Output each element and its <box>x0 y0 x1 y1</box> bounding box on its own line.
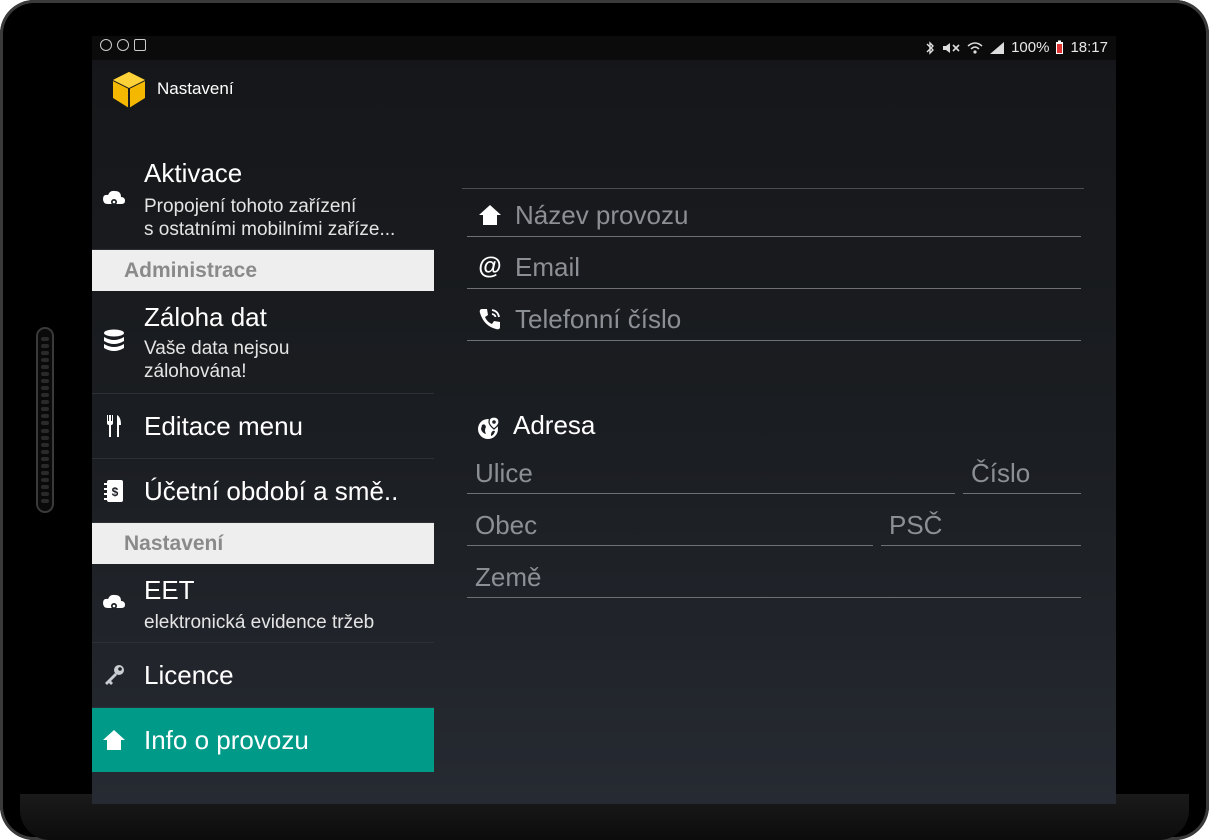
city-placeholder: Obec <box>475 510 538 540</box>
street-field[interactable]: Ulice <box>467 448 955 494</box>
street-placeholder: Ulice <box>475 458 533 488</box>
app-title: Nastavení <box>157 79 234 98</box>
sidebar-item-subtitle: Propojení tohoto zařízení <box>144 196 357 217</box>
country-field[interactable]: Země <box>467 552 1081 598</box>
postal-code-field[interactable]: PSČ <box>881 500 1081 546</box>
phone-field[interactable]: Telefonní číslo <box>467 294 1081 341</box>
globe-pin-icon <box>478 416 500 439</box>
fork-knife-icon <box>102 414 126 438</box>
sidebar-item-subtitle: elektronická evidence tržeb <box>144 612 375 633</box>
phone-placeholder: Telefonní číslo <box>515 304 682 334</box>
sidebar-item-ucetni[interactable]: $ Účetní období a smě.. <box>92 459 434 523</box>
address-section-title: Adresa <box>513 410 596 440</box>
sidebar-item-zaloha[interactable]: Záloha dat Vaše data nejsou zálohována! <box>92 291 434 394</box>
cloud-gear-icon <box>102 590 126 614</box>
speaker-grille <box>36 327 54 513</box>
svg-text:$: $ <box>112 485 119 499</box>
sidebar-item-subtitle: Vaše data nejsou <box>144 338 290 359</box>
sidebar-item-title: Záloha dat <box>144 302 267 332</box>
section-header-administrace: Administrace <box>92 250 434 291</box>
home-icon <box>102 728 126 752</box>
clipboard-icon <box>134 39 146 51</box>
sidebar-item-title: Účetní období a smě.. <box>144 476 399 506</box>
key-icon <box>102 663 126 687</box>
info-form: Název provozu @ Email Telefonní číslo Ad… <box>462 36 1116 804</box>
country-placeholder: Země <box>475 562 542 592</box>
city-field[interactable]: Obec <box>467 500 873 546</box>
sidebar-item-title: Info o provozu <box>144 725 309 755</box>
sidebar-item-title: Licence <box>144 660 234 690</box>
postal-code-placeholder: PSČ <box>889 510 943 540</box>
business-name-placeholder: Název provozu <box>515 200 689 230</box>
email-field[interactable]: @ Email <box>467 242 1081 289</box>
house-number-field[interactable]: Číslo <box>963 448 1081 494</box>
sidebar-item-aktivace[interactable]: Aktivace Propojení tohoto zařízení s ost… <box>92 148 434 250</box>
house-number-placeholder: Číslo <box>971 458 1031 488</box>
database-icon <box>102 329 126 353</box>
sidebar-item-editace[interactable]: Editace menu <box>92 394 434 459</box>
business-name-field[interactable]: Název provozu <box>467 190 1081 237</box>
notification-icon <box>117 39 129 51</box>
sidebar-item-eet[interactable]: EET elektronická evidence tržeb <box>92 564 434 643</box>
sidebar-item-licence[interactable]: Licence <box>92 643 434 708</box>
sidebar-item-subtitle: s ostatními mobilními zaříze... <box>144 219 396 240</box>
ledger-icon: $ <box>102 479 126 503</box>
at-sign-icon: @ <box>478 253 502 280</box>
sidebar-item-title: Aktivace <box>144 158 243 188</box>
sidebar-item-subtitle: zálohována! <box>144 361 247 382</box>
notification-icon <box>100 39 112 51</box>
home-icon <box>477 202 503 228</box>
sidebar-item-title: Editace menu <box>144 411 303 441</box>
sidebar-item-info-o-provozu[interactable]: Info o provozu <box>92 708 434 772</box>
settings-sidebar: Aktivace Propojení tohoto zařízení s ost… <box>92 148 434 772</box>
cloud-gear-icon <box>102 186 126 210</box>
screen: 100% 18:17 Nastavení Aktivace Propojení … <box>92 36 1116 804</box>
email-placeholder: Email <box>515 252 581 282</box>
sidebar-item-title: EET <box>144 575 195 605</box>
phone-icon <box>477 306 503 332</box>
section-header-nastaveni: Nastavení <box>92 523 434 564</box>
divider <box>462 188 1084 189</box>
app-logo-icon[interactable] <box>110 70 148 110</box>
